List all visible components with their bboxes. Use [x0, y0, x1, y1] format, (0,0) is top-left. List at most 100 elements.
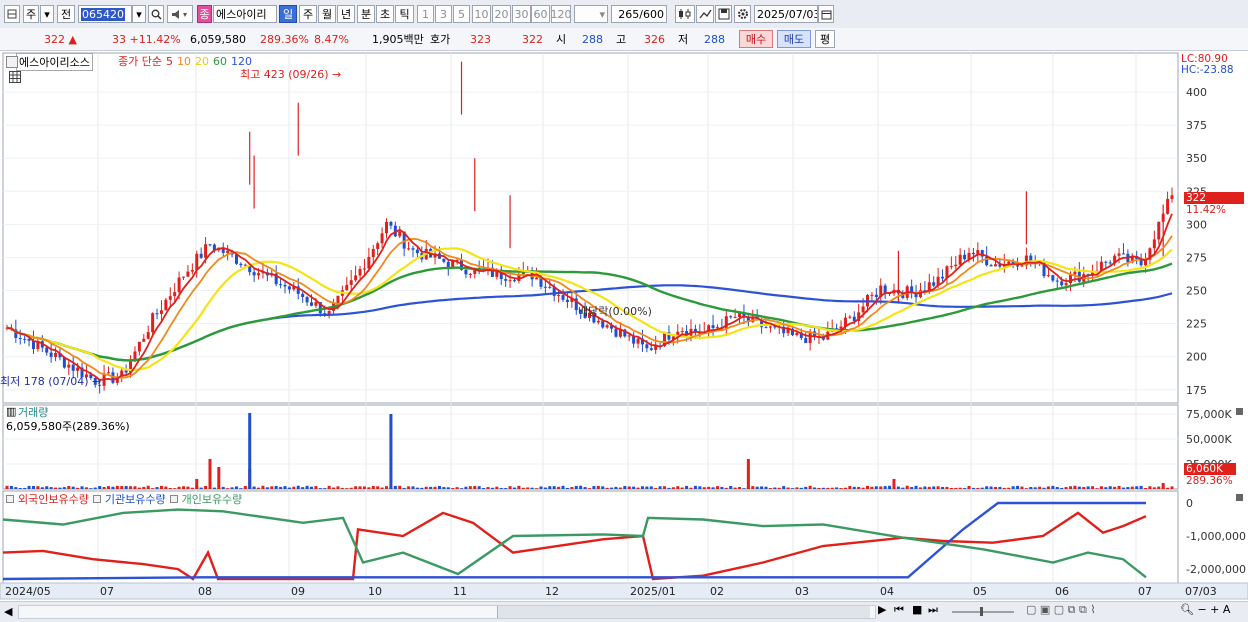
- minute-button-5[interactable]: 5: [453, 5, 470, 23]
- tab-second[interactable]: 초: [376, 5, 394, 23]
- holding-tick-label: -2,000,000: [1186, 563, 1246, 576]
- candle-body: [142, 338, 146, 342]
- candle-body: [151, 313, 155, 333]
- volume-bar: [601, 486, 605, 489]
- volume-bar: [62, 487, 66, 489]
- code-dropdown[interactable]: ▾: [132, 5, 146, 23]
- volume-bar: [173, 488, 177, 489]
- sound-icon[interactable]: [167, 5, 193, 23]
- chart-svg[interactable]: 2024/05 07 08 09 10 11 12 2025/01 02 03 04 05 06 07 07…: [0, 51, 1248, 601]
- avg-button[interactable]: 평: [815, 30, 835, 48]
- save-icon[interactable]: [715, 5, 732, 23]
- volume-bar: [195, 479, 199, 489]
- volume-bar: [248, 413, 252, 489]
- volume-bar: [314, 486, 318, 489]
- panel-close-icon[interactable]: [6, 56, 18, 68]
- minute-button-20[interactable]: 20: [492, 5, 511, 23]
- candle-body: [376, 243, 380, 249]
- candle-style-icon[interactable]: [675, 5, 695, 23]
- minute-button-30[interactable]: 30: [512, 5, 531, 23]
- period-label[interactable]: 주: [23, 5, 39, 23]
- zoom-icons[interactable]: 🔍︎ − + A: [1180, 603, 1230, 616]
- candle-body: [848, 316, 852, 318]
- count-value: 265: [618, 7, 640, 21]
- volume-bar: [1170, 486, 1174, 489]
- volume-bar: [508, 486, 512, 489]
- buy-button[interactable]: 매수: [739, 30, 773, 48]
- foreign-holding-label: 외국인보유수량: [18, 493, 89, 506]
- search-icon[interactable]: [148, 5, 164, 23]
- tab-minute[interactable]: 분: [357, 5, 375, 23]
- x-tick-label: 07/03: [1185, 585, 1217, 598]
- institution-holding-label: 기관보유수량: [104, 493, 166, 506]
- volume-bar: [287, 487, 291, 489]
- candle-body: [764, 327, 768, 329]
- volume-bar: [535, 488, 539, 489]
- scroll-left-icon[interactable]: ◀: [4, 604, 16, 618]
- minute-button-60[interactable]: 60: [531, 5, 550, 23]
- volume-bar: [1126, 487, 1130, 489]
- holding-tick-label: -1,000,000: [1186, 530, 1246, 543]
- code-input[interactable]: 065420: [78, 5, 132, 23]
- volume-bar: [1104, 487, 1108, 489]
- minute-button-1[interactable]: 1: [417, 5, 434, 23]
- volume-bar: [182, 486, 186, 489]
- volume-bar: [1157, 486, 1161, 489]
- tab-day[interactable]: 일: [279, 5, 297, 23]
- tab-year[interactable]: 년: [337, 5, 355, 23]
- volume-bar: [676, 486, 680, 489]
- x-tick-label: 10: [368, 585, 382, 598]
- candle-body: [548, 286, 552, 288]
- minute-button-10[interactable]: 10: [472, 5, 491, 23]
- candle-body: [173, 292, 177, 297]
- candle-body: [208, 244, 212, 246]
- first-page-icon[interactable]: ⏮: [894, 603, 904, 617]
- period-dropdown[interactable]: ▾: [40, 5, 54, 23]
- candle-body: [398, 231, 402, 237]
- chart-type-icon[interactable]: [4, 5, 20, 23]
- tab-month[interactable]: 월: [318, 5, 336, 23]
- candle-body: [442, 258, 446, 262]
- volume-bar: [424, 486, 428, 489]
- calendar-icon[interactable]: [818, 5, 834, 23]
- tab-week[interactable]: 주: [299, 5, 317, 23]
- volume-bar: [1144, 487, 1148, 489]
- market-button[interactable]: 전: [57, 5, 75, 23]
- draw-tool-icon[interactable]: [696, 5, 714, 23]
- custom-period-select[interactable]: ▾: [574, 5, 608, 23]
- ma-legend[interactable]: 종가 단순 5 10 20 60 120: [118, 53, 252, 69]
- tab-tick[interactable]: 틱: [395, 5, 414, 23]
- minute-button-3[interactable]: 3: [435, 5, 452, 23]
- volume-panel-icon[interactable]: ▥: [6, 405, 16, 418]
- volume-bar: [345, 488, 349, 489]
- scrollbar-thumb[interactable]: [497, 606, 870, 618]
- candle-body: [596, 320, 600, 323]
- ma5-label: 5: [165, 54, 173, 68]
- volume-bar: [918, 487, 922, 489]
- volume-bar: [1130, 486, 1134, 489]
- scrollbar-track[interactable]: [18, 605, 876, 619]
- candle-body: [137, 341, 141, 352]
- candle-body: [958, 254, 962, 265]
- minute-button-120[interactable]: 120: [551, 5, 571, 23]
- scroll-right-icon[interactable]: ▶: [878, 603, 886, 616]
- last-page-icon[interactable]: ⏭: [928, 603, 938, 617]
- volume-bar: [402, 487, 406, 489]
- stock-name-field[interactable]: 에스아이리: [213, 5, 277, 23]
- holding-legend[interactable]: 외국인보유수량 기관보유수량 개인보유수량: [6, 491, 242, 507]
- candle-body: [1104, 261, 1108, 263]
- volume-bar: [159, 485, 163, 489]
- sell-button[interactable]: 매도: [777, 30, 811, 48]
- date-field[interactable]: 2025/07/03: [754, 5, 818, 23]
- volume-bar: [420, 487, 424, 489]
- zoom-slider[interactable]: [950, 605, 1016, 617]
- price-panel-title[interactable]: 에스아이리소스: [16, 53, 93, 71]
- grid-table-icon[interactable]: [9, 71, 21, 86]
- layout-icons[interactable]: ▢ ▣ ▢ ⧉ ⧉ ⌇: [1026, 603, 1096, 617]
- gear-icon[interactable]: [734, 5, 751, 23]
- volume-bar: [106, 486, 110, 489]
- volume-bar: [967, 485, 971, 489]
- stop-icon[interactable]: ■: [912, 603, 922, 616]
- volume-bar: [230, 487, 234, 489]
- count-field[interactable]: 265/600: [611, 5, 667, 23]
